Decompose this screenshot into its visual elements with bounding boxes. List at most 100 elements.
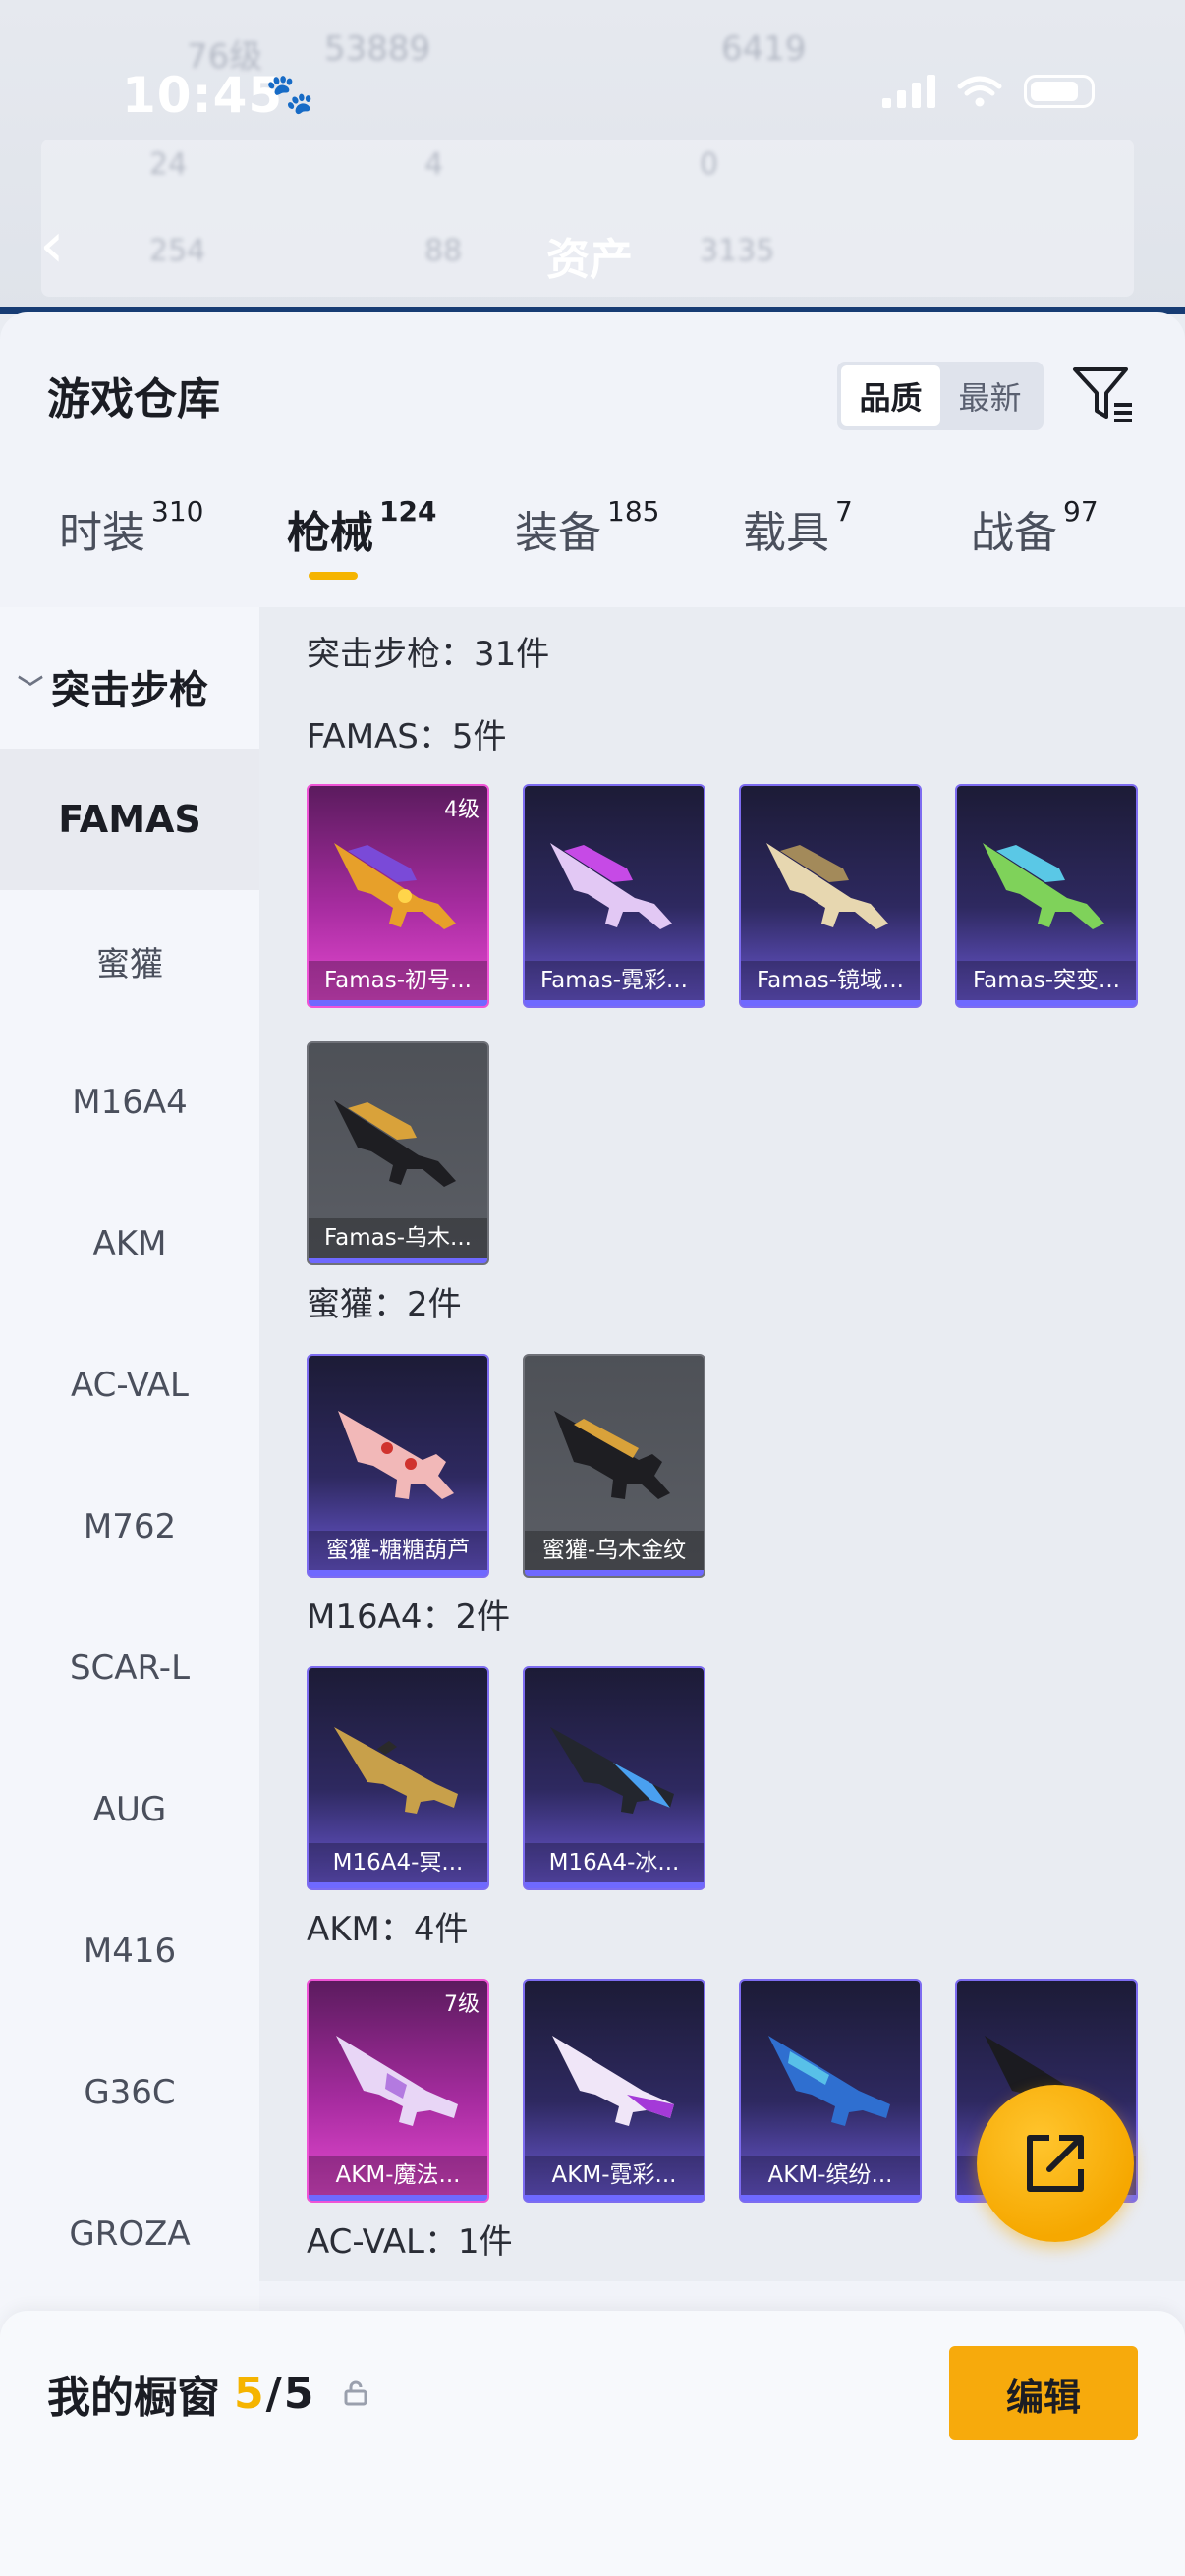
tab-equipment[interactable]: 装备 185 <box>515 495 660 560</box>
level-badge: 4级 <box>444 798 480 822</box>
sidebar-group-assault-rifle[interactable]: ﹀ 突击步枪 <box>18 658 208 715</box>
rarity-bar <box>309 1000 487 1006</box>
bg-stat-5: 88 <box>424 234 463 268</box>
showcase-title: 我的橱窗 <box>47 2373 220 2423</box>
lock-icon <box>344 2380 367 2406</box>
battery-icon <box>1024 75 1095 108</box>
gun-type-sidebar: ﹀ 突击步枪 FAMAS 蜜獾 M16A4 AKM AC-VAL M762 SC… <box>0 607 259 2576</box>
gun-card[interactable]: M16A4-冰... <box>523 1666 705 1890</box>
gun-skin-icon <box>334 1100 456 1187</box>
sidebar-item-g36c[interactable]: G36C <box>0 2022 259 2163</box>
gun-card[interactable]: Famas-镜域... <box>739 784 922 1008</box>
filter-icon[interactable] <box>1069 360 1136 426</box>
wifi-icon <box>957 76 1002 107</box>
gun-card-name: 蜜獾-乌木金纹 <box>525 1531 704 1570</box>
status-icons <box>882 75 1095 108</box>
showcase-bar: 我的橱窗 5/5 编辑 <box>0 2311 1185 2576</box>
gun-card[interactable]: 4级 Famas-初号... <box>307 784 489 1008</box>
sort-toggle: 品质 最新 <box>837 362 1044 430</box>
gun-card-name: Famas-镜域... <box>741 961 920 1000</box>
sidebar-item-honey-badger[interactable]: 蜜獾 <box>0 890 259 1032</box>
section-title-ac-val: AC-VAL：1件 <box>307 2222 513 2262</box>
showcase-current-count: 5 <box>234 2368 264 2419</box>
tab-active-indicator <box>309 572 358 580</box>
sidebar-group-label: 突击步枪 <box>51 668 209 713</box>
tab-label: 装备 <box>515 508 601 558</box>
sidebar-item-aug[interactable]: AUG <box>0 1739 259 1880</box>
background-header: 76级 53889 6419 24 4 0 254 88 3135 10:45 … <box>0 0 1185 314</box>
level-badge: 7级 <box>444 1992 480 2017</box>
bg-views: 53889 <box>324 29 431 69</box>
bg-stat-2: 4 <box>424 147 444 182</box>
gun-card-name: Famas-霓彩... <box>525 961 704 1000</box>
gun-skin-icon <box>768 2036 890 2126</box>
gun-skin-icon <box>338 1411 454 1499</box>
back-arrow-icon[interactable]: ‹ <box>39 214 65 277</box>
tab-fashion[interactable]: 时装 310 <box>59 495 203 560</box>
category-tabs: 时装 310 枪械 124 装备 185 载具 7 战备 97 <box>0 495 1185 605</box>
tab-count: 124 <box>379 495 437 528</box>
gun-card[interactable]: M16A4-冥... <box>307 1666 489 1890</box>
sort-quality-button[interactable]: 品质 <box>841 365 940 426</box>
gun-card-name: AKM-缤纷... <box>741 2156 920 2195</box>
sidebar-item-groza[interactable]: GROZA <box>0 2163 259 2305</box>
gun-card[interactable]: 7级 AKM-魔法... <box>307 1979 489 2203</box>
gun-card-name: Famas-乌木... <box>309 1218 487 1258</box>
share-icon <box>1027 2135 1084 2192</box>
sidebar-item-m416[interactable]: M416 <box>0 1880 259 2022</box>
section-title-famas: FAMAS：5件 <box>307 717 507 756</box>
sheet-title: 游戏仓库 <box>47 374 220 424</box>
rarity-bar <box>525 1570 704 1576</box>
gun-list: 突击步枪：31件 FAMAS：5件 4级 Famas-初号... Famas-霓… <box>259 607 1185 2281</box>
tab-count: 7 <box>835 495 853 528</box>
gun-card-name: M16A4-冰... <box>525 1843 704 1882</box>
bg-stat-1: 24 <box>149 147 188 182</box>
bg-score: 6419 <box>721 29 807 69</box>
tab-label: 枪械 <box>287 508 373 558</box>
rarity-bar <box>525 1882 704 1888</box>
rarity-bar <box>741 1000 920 1006</box>
chevron-down-icon: ﹀ <box>18 674 44 704</box>
gun-card[interactable]: AKM-霓彩... <box>523 1979 705 2203</box>
bg-stat-6: 3135 <box>700 234 775 268</box>
tab-count: 185 <box>607 495 660 528</box>
sidebar-item-akm[interactable]: AKM <box>0 1173 259 1315</box>
gun-skin-icon <box>336 2036 458 2126</box>
bg-stat-3: 0 <box>700 147 719 182</box>
tab-guns[interactable]: 枪械 124 <box>287 495 437 580</box>
tab-battle-gear[interactable]: 战备 97 <box>971 495 1099 560</box>
rarity-bar <box>525 2195 704 2201</box>
edit-button[interactable]: 编辑 <box>949 2346 1138 2440</box>
sidebar-item-m762[interactable]: M762 <box>0 1456 259 1597</box>
tab-vehicles[interactable]: 载具 7 <box>743 495 853 560</box>
tab-count: 97 <box>1063 495 1099 528</box>
warehouse-sheet: 游戏仓库 品质 最新 时装 310 枪械 124 装备 185 载具 7 战备 97 ﹀ <box>0 312 1185 2576</box>
rarity-bar <box>309 1882 487 1888</box>
gun-card[interactable]: Famas-乌木... <box>307 1041 489 1265</box>
tab-label: 时装 <box>59 508 145 558</box>
sidebar-item-m16a4[interactable]: M16A4 <box>0 1032 259 1173</box>
rarity-bar <box>741 2195 920 2201</box>
tab-label: 战备 <box>971 508 1057 558</box>
gun-card-name: Famas-初号... <box>309 961 487 1000</box>
gun-card-name: Famas-突变... <box>957 961 1136 1000</box>
gun-card[interactable]: Famas-突变... <box>955 784 1138 1008</box>
sort-latest-button[interactable]: 最新 <box>940 365 1040 426</box>
gun-card[interactable]: Famas-霓彩... <box>523 784 705 1008</box>
gun-card-name: 蜜獾-糖糖葫芦 <box>309 1531 487 1570</box>
status-time: 10:45 <box>122 67 284 124</box>
rarity-bar <box>309 2195 487 2201</box>
sidebar-item-famas[interactable]: FAMAS <box>0 749 259 890</box>
section-title-akm: AKM：4件 <box>307 1910 469 1949</box>
gun-skin-icon <box>550 843 672 929</box>
paw-icon: 🐾 <box>265 72 314 117</box>
gun-card[interactable]: 蜜獾-糖糖葫芦 <box>307 1354 489 1578</box>
gun-skin-icon <box>554 1411 670 1499</box>
gun-card[interactable]: 蜜獾-乌木金纹 <box>523 1354 705 1578</box>
sidebar-item-scar-l[interactable]: SCAR-L <box>0 1597 259 1739</box>
gun-card-name: M16A4-冥... <box>309 1843 487 1882</box>
share-button[interactable] <box>977 2085 1134 2242</box>
gun-card[interactable]: AKM-缤纷... <box>739 1979 922 2203</box>
gun-skin-icon <box>983 843 1104 929</box>
sidebar-item-ac-val[interactable]: AC-VAL <box>0 1315 259 1456</box>
